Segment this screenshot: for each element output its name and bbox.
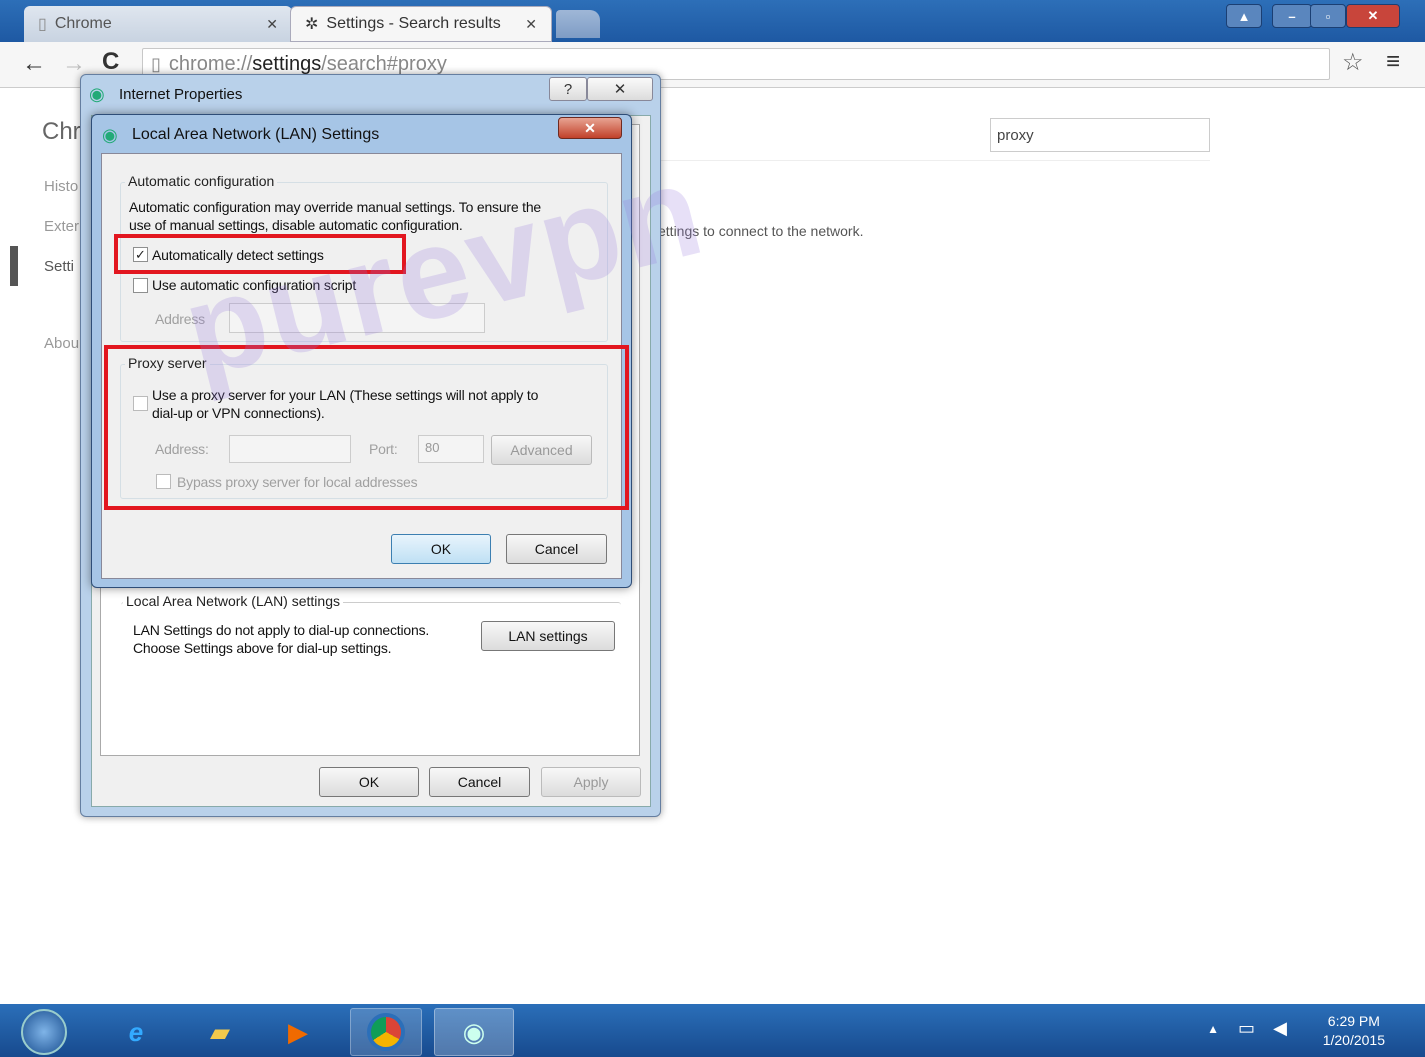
divider — [660, 160, 1210, 161]
menu-icon[interactable]: ≡ — [1386, 48, 1400, 76]
tab-strip: ▯ Chrome ✕ ✲ Settings - Search results ✕… — [0, 0, 1425, 42]
ok-button[interactable]: OK — [319, 767, 419, 797]
lan-note-1: LAN Settings do not apply to dial-up con… — [133, 622, 430, 638]
tab-settings[interactable]: ✲ Settings - Search results ✕ — [290, 6, 552, 42]
tab-chrome[interactable]: ▯ Chrome ✕ — [24, 6, 292, 42]
star-icon[interactable]: ☆ — [1342, 48, 1364, 77]
clock-time: 6:29 PM — [1327, 1013, 1380, 1029]
nav-extensions[interactable]: Exter — [44, 218, 79, 235]
taskbar-control-panel[interactable]: ◉ — [434, 1008, 514, 1056]
taskbar-ie[interactable]: e — [100, 1008, 172, 1056]
dialog-title: Local Area Network (LAN) Settings — [132, 126, 380, 143]
chrome-icon — [367, 1013, 405, 1051]
close-window-button[interactable]: ✕ — [1346, 4, 1400, 28]
auto-config-label: Automatic configuration — [125, 173, 278, 189]
dialog-title: Internet Properties — [119, 86, 243, 103]
ok-button[interactable]: OK — [391, 534, 491, 564]
close-icon[interactable]: ✕ — [525, 16, 537, 33]
nav-about[interactable]: Abou — [44, 335, 79, 352]
page-icon: ▯ — [151, 53, 161, 74]
search-input[interactable]: proxy — [990, 118, 1210, 152]
nav-history[interactable]: Histo — [44, 178, 78, 195]
tab-label: Chrome — [54, 15, 112, 32]
url-scheme: chrome:// — [168, 52, 253, 75]
close-button[interactable]: ✕ — [558, 117, 622, 139]
page-icon: ▯ — [38, 16, 47, 33]
cancel-button[interactable]: Cancel — [429, 767, 530, 797]
maximize-button[interactable]: ▫ — [1310, 4, 1346, 28]
lan-settings-button[interactable]: LAN settings — [481, 621, 615, 651]
url-path: /search#proxy — [321, 52, 447, 75]
close-button[interactable]: ✕ — [587, 77, 653, 101]
new-tab-button[interactable] — [556, 10, 600, 38]
apply-button[interactable]: Apply — [541, 767, 641, 797]
reload-icon[interactable]: C — [102, 48, 119, 76]
globe-icon: ◉ — [89, 84, 105, 104]
lan-note-2: Choose Settings above for dial-up settin… — [133, 640, 392, 656]
taskbar-chrome[interactable] — [350, 1008, 422, 1056]
highlight-proxy-server — [104, 345, 629, 510]
taskbar: e ▰ ▶ ◉ ▲ ▭ ◀ 6:29 PM 1/20/2015 — [0, 1004, 1425, 1057]
tray-arrow-icon[interactable]: ▲ — [1207, 1022, 1219, 1036]
back-icon[interactable]: ← — [22, 50, 46, 78]
help-button[interactable]: ? — [549, 77, 587, 101]
nav-settings[interactable]: Setti — [44, 258, 74, 275]
minimize-button[interactable]: – — [1272, 4, 1312, 28]
start-button[interactable] — [12, 1008, 76, 1056]
taskbar-media[interactable]: ▶ — [262, 1008, 334, 1056]
windows-logo-icon — [21, 1009, 67, 1055]
user-icon[interactable]: ▲ — [1226, 4, 1262, 28]
cancel-button[interactable]: Cancel — [506, 534, 607, 564]
globe-icon: ◉ — [102, 125, 118, 145]
system-clock[interactable]: 6:29 PM 1/20/2015 — [1323, 1012, 1385, 1050]
close-icon[interactable]: ✕ — [266, 16, 278, 33]
volume-icon[interactable]: ◀ — [1273, 1018, 1287, 1039]
nav-active-marker — [10, 246, 18, 286]
settings-title: Chr — [42, 118, 81, 145]
taskbar-explorer[interactable]: ▰ — [184, 1008, 256, 1056]
lan-group-label: Local Area Network (LAN) settings — [123, 593, 343, 609]
clock-date: 1/20/2015 — [1322, 1032, 1385, 1048]
auto-script-checkbox[interactable] — [133, 278, 148, 293]
tab-label: Settings - Search results — [326, 15, 501, 32]
network-icon[interactable]: ▭ — [1238, 1018, 1255, 1039]
url-host: settings — [252, 52, 322, 75]
gear-icon: ✲ — [305, 16, 319, 33]
